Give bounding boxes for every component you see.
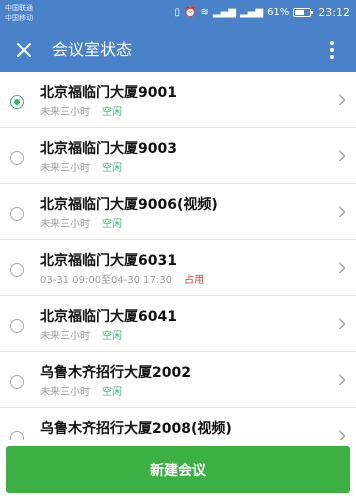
room-status-badge: 空闲 <box>102 163 122 174</box>
room-meta: 未来三小时 空闲 <box>40 162 122 175</box>
room-list-item[interactable]: 乌鲁木齐招行大厦2008(视频)未来三小时空闲 <box>0 408 356 440</box>
room-status-badge: 空闲 <box>102 387 122 398</box>
room-name: 北京福临门大厦6031 <box>40 253 177 269</box>
chevron-right-icon <box>338 318 346 330</box>
room-radio[interactable] <box>10 263 24 277</box>
status-bar: 中国联通 中国移动 ▯ ⏰ ≋ ▂▄▆ ▂▄▆ 61% 23:12 <box>0 0 356 28</box>
more-vertical-icon <box>330 41 334 45</box>
room-radio[interactable] <box>10 375 24 389</box>
chevron-right-icon <box>338 374 346 386</box>
room-meta: 未来三小时 空闲 <box>40 386 122 399</box>
room-radio[interactable] <box>10 431 24 440</box>
room-list-item[interactable]: 北京福临门大厦6031 03-31 09:00至04-30 17:30 占用 <box>0 240 356 296</box>
room-radio[interactable] <box>10 151 24 165</box>
room-time-info: 未来三小时 <box>40 387 90 398</box>
room-radio[interactable] <box>10 319 24 333</box>
room-name: 乌鲁木齐招行大厦2008(视频) <box>40 421 232 437</box>
carrier-2: 中国移动 <box>5 14 33 22</box>
clock: 23:12 <box>318 6 350 19</box>
room-list-item[interactable]: 乌鲁木齐招行大厦2002 未来三小时 空闲 <box>0 352 356 408</box>
close-icon <box>17 43 31 57</box>
room-status-badge: 空闲 <box>102 331 122 342</box>
signal-2-icon: ▂▄▆ <box>239 7 264 18</box>
room-status-badge: 空闲 <box>102 107 122 118</box>
footer: 新建会议 <box>0 440 356 500</box>
room-time-info: 03-31 09:00至04-30 17:30 <box>40 275 173 286</box>
close-button[interactable] <box>8 34 40 66</box>
more-options-button[interactable] <box>320 38 344 62</box>
room-name: 北京福临门大厦9003 <box>40 141 177 157</box>
room-list-item[interactable]: 北京福临门大厦6041 未来三小时 空闲 <box>0 296 356 352</box>
chevron-right-icon <box>338 430 346 440</box>
status-icons: ▯ ⏰ ≋ ▂▄▆ ▂▄▆ 61% 23:12 <box>175 6 350 19</box>
alarm-icon: ⏰ <box>184 7 197 18</box>
battery-icon <box>293 8 314 17</box>
carrier-1: 中国联通 <box>5 4 33 12</box>
room-time-info: 未来三小时 <box>40 219 90 230</box>
room-radio[interactable] <box>10 207 24 221</box>
room-name: 北京福临门大厦9006(视频) <box>40 197 218 213</box>
room-time-info: 未来三小时 <box>40 107 90 118</box>
chevron-right-icon <box>338 262 346 274</box>
room-meta: 未来三小时 空闲 <box>40 106 122 119</box>
room-name: 北京福临门大厦6041 <box>40 309 177 325</box>
battery-percent: 61% <box>267 7 290 18</box>
room-list-item[interactable]: 北京福临门大厦9006(视频) 未来三小时 空闲 <box>0 184 356 240</box>
room-list-item[interactable]: 北京福临门大厦9001 未来三小时 空闲 <box>0 72 356 128</box>
room-time-info: 未来三小时 <box>40 331 90 342</box>
chevron-right-icon <box>338 206 346 218</box>
room-name: 北京福临门大厦9001 <box>40 85 177 101</box>
chevron-right-icon <box>338 150 346 162</box>
app-bar: 会议室状态 <box>0 28 356 72</box>
signal-icon: ▂▄▆ <box>212 7 236 18</box>
room-radio[interactable] <box>10 95 24 109</box>
room-list: 北京福临门大厦9001 未来三小时 空闲 北京福临门大厦9003 未来三小时 空闲 北京福临… <box>0 72 356 440</box>
room-status-badge: 空闲 <box>102 219 122 230</box>
chevron-right-icon <box>338 94 346 106</box>
room-meta: 03-31 09:00至04-30 17:30 占用 <box>40 274 204 287</box>
carrier-labels: 中国联通 中国移动 <box>5 3 33 23</box>
room-status-badge: 占用 <box>184 275 205 286</box>
create-meeting-button[interactable]: 新建会议 <box>6 446 350 493</box>
page-title: 会议室状态 <box>52 40 133 59</box>
room-meta: 未来三小时 空闲 <box>40 218 122 231</box>
wifi-icon: ≋ <box>200 7 209 18</box>
room-time-info: 未来三小时 <box>40 163 90 174</box>
room-list-item[interactable]: 北京福临门大厦9003 未来三小时 空闲 <box>0 128 356 184</box>
room-name: 乌鲁木齐招行大厦2002 <box>40 365 191 381</box>
room-meta: 未来三小时 空闲 <box>40 330 122 343</box>
vibrate-icon: ▯ <box>174 7 181 18</box>
